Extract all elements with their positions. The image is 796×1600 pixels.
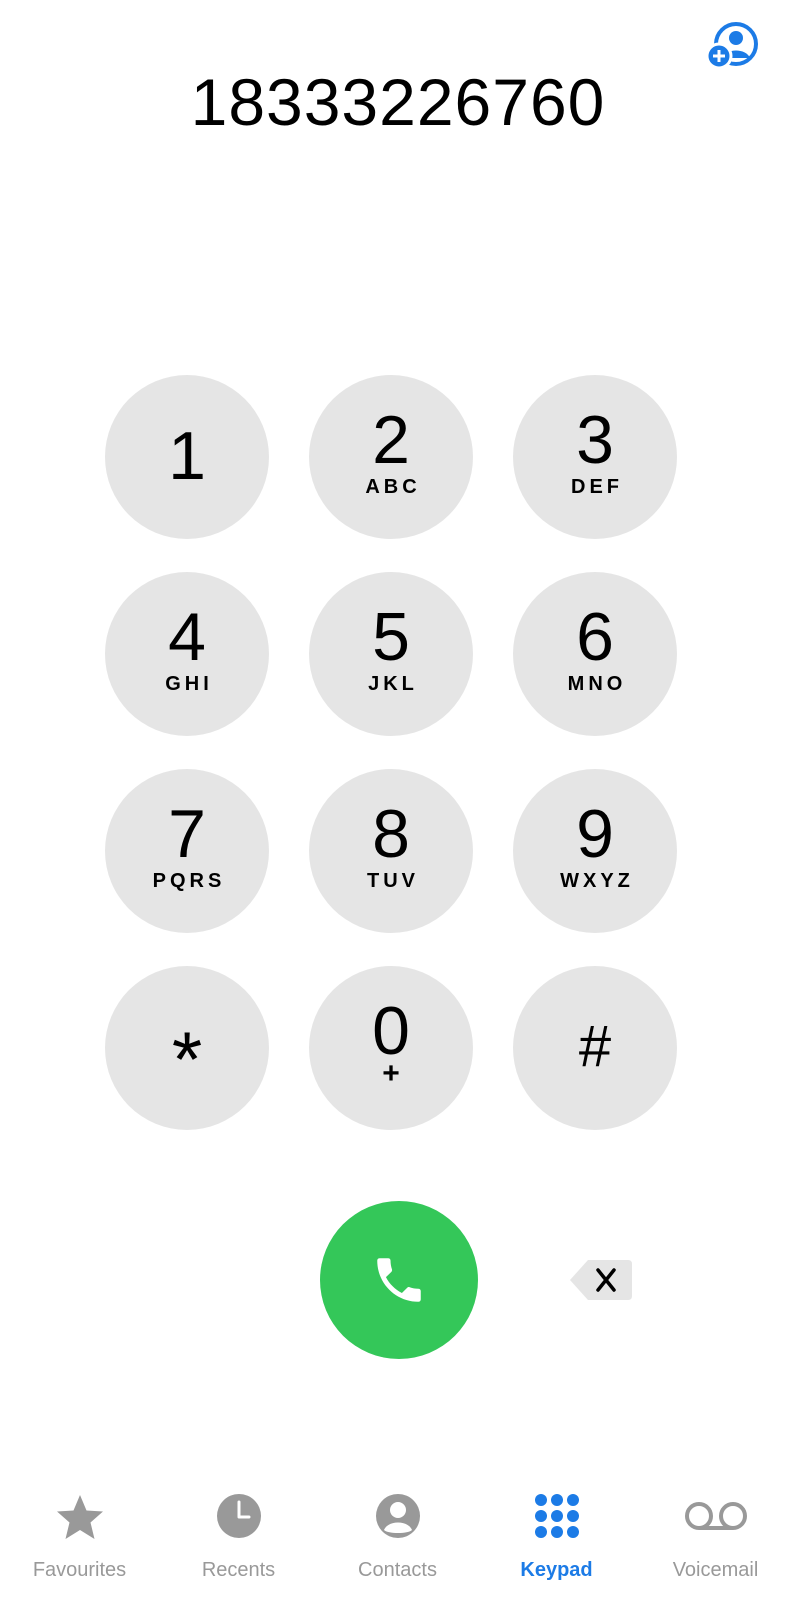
call-button[interactable] <box>320 1201 478 1359</box>
key-digit: # <box>578 1014 612 1079</box>
key-6[interactable]: 6 MNO <box>513 572 677 736</box>
key-4[interactable]: 4 GHI <box>105 572 269 736</box>
tab-favourites[interactable]: Favourites <box>0 1478 159 1588</box>
key-letters: WXYZ <box>560 870 634 892</box>
key-digit: 8 <box>372 796 410 872</box>
star-icon <box>56 1495 103 1539</box>
key-digit: 3 <box>576 402 614 478</box>
key-9[interactable]: 9 WXYZ <box>513 769 677 933</box>
key-star[interactable]: * <box>105 966 269 1130</box>
key-digit: 0 <box>372 993 410 1069</box>
key-letters: DEF <box>571 476 623 498</box>
key-letters: MNO <box>567 673 627 695</box>
backspace-icon <box>570 1260 632 1300</box>
key-0[interactable]: 0 + <box>309 966 473 1130</box>
tab-label: Contacts <box>358 1559 437 1581</box>
key-5[interactable]: 5 JKL <box>309 572 473 736</box>
tab-label: Recents <box>201 1559 276 1581</box>
key-letters: GHI <box>165 673 213 695</box>
key-digit: 9 <box>576 796 614 872</box>
key-hash[interactable]: # <box>513 966 677 1130</box>
key-digit: 7 <box>168 796 206 872</box>
key-digit: 5 <box>372 599 410 675</box>
tab-recents[interactable]: Recents <box>159 1478 318 1588</box>
dialed-number: 18333226760 <box>190 65 606 139</box>
key-letters: JKL <box>368 673 418 695</box>
tab-bar: Favourites Recents Contacts Keypad Voice… <box>0 1478 796 1600</box>
tab-contacts[interactable]: Contacts <box>318 1478 477 1588</box>
key-2[interactable]: 2 ABC <box>309 375 473 539</box>
clock-icon <box>216 1494 261 1538</box>
key-7[interactable]: 7 PQRS <box>105 769 269 933</box>
person-circle-icon <box>375 1494 420 1538</box>
key-8[interactable]: 8 TUV <box>309 769 473 933</box>
key-digit: 1 <box>168 418 206 494</box>
key-digit: * <box>171 1015 203 1103</box>
backspace-button[interactable] <box>568 1256 636 1304</box>
key-letters: TUV <box>367 870 419 892</box>
key-digit: 4 <box>168 599 206 675</box>
key-digit: 6 <box>576 599 614 675</box>
key-letters: + <box>382 1057 400 1090</box>
keypad: 1 2 ABC 3 DEF 4 GHI 5 JKL 6 MNO 7 PQRS 8… <box>0 0 796 1600</box>
key-3[interactable]: 3 DEF <box>513 375 677 539</box>
keypad-grid-icon <box>534 1494 579 1538</box>
key-letters: PQRS <box>152 870 226 892</box>
phone-icon <box>377 1258 421 1302</box>
tab-label: Voicemail <box>672 1559 759 1581</box>
tab-label: Keypad <box>520 1559 593 1581</box>
tab-label: Favourites <box>32 1559 127 1581</box>
key-letters: ABC <box>365 476 421 498</box>
key-digit: 2 <box>372 402 410 478</box>
tab-keypad[interactable]: Keypad <box>477 1478 636 1588</box>
voicemail-icon <box>684 1502 747 1530</box>
tab-voicemail[interactable]: Voicemail <box>636 1478 795 1588</box>
key-1[interactable]: 1 <box>105 375 269 539</box>
